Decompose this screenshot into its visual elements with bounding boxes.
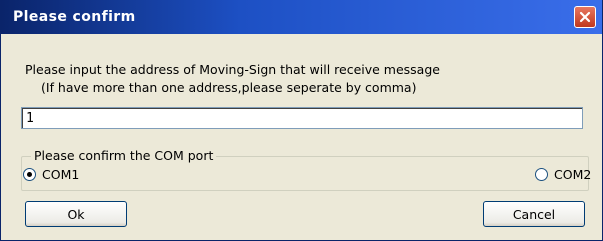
cancel-button[interactable]: Cancel: [483, 201, 585, 227]
prompt-line-2: (If have more than one address,please se…: [41, 80, 417, 95]
prompt-line-1: Please input the address of Moving-Sign …: [25, 62, 440, 77]
com1-radio-indicator[interactable]: [23, 168, 36, 181]
com2-radio-label: COM2: [554, 167, 592, 182]
close-icon: [579, 11, 591, 23]
title-bar[interactable]: Please confirm: [1, 0, 602, 34]
ok-button[interactable]: Ok: [25, 201, 127, 227]
address-input[interactable]: [21, 107, 583, 129]
com2-radio-indicator[interactable]: [535, 168, 548, 181]
com-port-group-label: Please confirm the COM port: [31, 148, 217, 163]
confirm-dialog: Please confirm Please input the address …: [0, 0, 603, 241]
com2-radio[interactable]: COM2: [535, 167, 591, 182]
dialog-title: Please confirm: [13, 9, 136, 25]
close-button[interactable]: [574, 6, 596, 28]
com1-radio[interactable]: COM1: [23, 167, 79, 182]
com1-radio-label: COM1: [42, 167, 80, 182]
